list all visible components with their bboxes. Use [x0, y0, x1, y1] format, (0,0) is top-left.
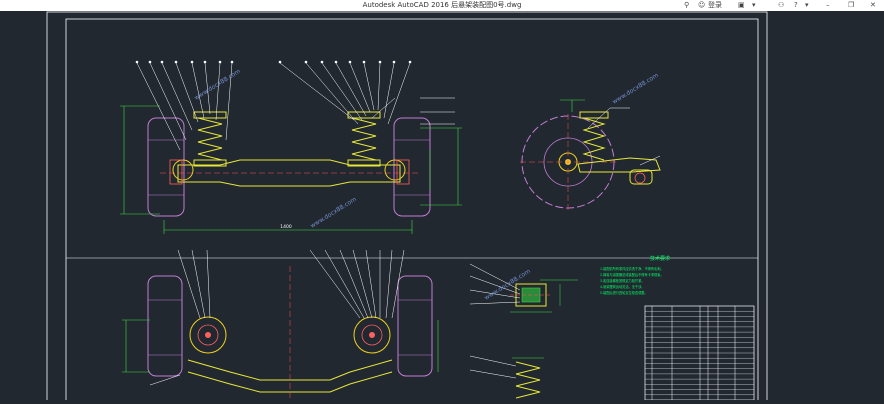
bottom-left-wheel [147, 275, 183, 377]
side-view [520, 99, 661, 210]
bottom-leaders [149, 249, 405, 386]
tech-requirements: 技术要求 1.装配前所有零件应清洗干净，不得有毛刺。 2.弹簧与减振器总成装配后… [600, 255, 670, 295]
tech-req-line-2: 2.弹簧与减振器总成装配后不得有卡滞现象。 [600, 272, 664, 277]
dim-overall: 1400 [280, 224, 292, 230]
cart-icon[interactable]: ▣ [738, 0, 745, 11]
bom-table [644, 305, 755, 401]
side-dimensions [560, 99, 585, 112]
top-dimensions [120, 105, 462, 234]
tech-req-line-4: 4.悬架摆臂运动灵活，无干涉。 [600, 284, 644, 289]
top-balloons [135, 60, 412, 64]
dropdown-icon-2[interactable]: ▾ [805, 0, 809, 11]
help-icon[interactable]: ? [794, 0, 798, 11]
top-assembly-view: 1400 [120, 60, 462, 234]
dropdown-icon[interactable]: ▾ [752, 0, 756, 11]
watermarks: www.docx88.com www.docx88.com www.docx88… [193, 68, 660, 302]
bottom-assembly-view [122, 249, 439, 399]
login-button[interactable]: 登录 [708, 0, 722, 11]
left-spring [193, 111, 227, 167]
left-wheel [147, 117, 185, 217]
side-leaders [587, 107, 661, 166]
left-hub [172, 159, 194, 181]
right-hub [384, 159, 406, 181]
tech-req-line-3: 3.各连接螺栓按规定力矩拧紧。 [600, 278, 644, 283]
drawing-canvas[interactable]: 1400 技术要求 1.装配前所有零件应清洗干净，不得有毛刺。 2.弹簧与减振器… [0, 11, 884, 404]
user-network-icon[interactable]: ⚇ [778, 0, 784, 11]
close-button[interactable]: ✕ [870, 0, 876, 11]
bottom-dimensions [122, 319, 439, 373]
right-spring [347, 111, 381, 167]
tech-req-line-1: 1.装配前所有零件应清洗干净，不得有毛刺。 [600, 266, 664, 271]
drawing-svg: 1400 技术要求 1.装配前所有零件应清洗干净，不得有毛刺。 2.弹簧与减振器… [46, 11, 768, 404]
watermark-2: www.docx88.com [309, 196, 358, 230]
top-leaders [136, 62, 455, 151]
user-icon[interactable]: ☺ [698, 0, 705, 11]
right-wheel [393, 117, 431, 217]
tech-req-title: 技术要求 [650, 255, 670, 262]
restore-button[interactable]: ❐ [848, 0, 854, 11]
outer-frame [46, 11, 768, 404]
tech-req-line-5: 5.装配后进行四轮定位检查调整。 [600, 290, 648, 295]
minimize-button[interactable]: – [826, 0, 830, 11]
bottom-right-wheel [397, 275, 433, 377]
watermark-3: www.docx88.com [611, 72, 660, 106]
spring-detail [469, 355, 544, 399]
search-icon[interactable]: ⚲ [684, 0, 689, 11]
